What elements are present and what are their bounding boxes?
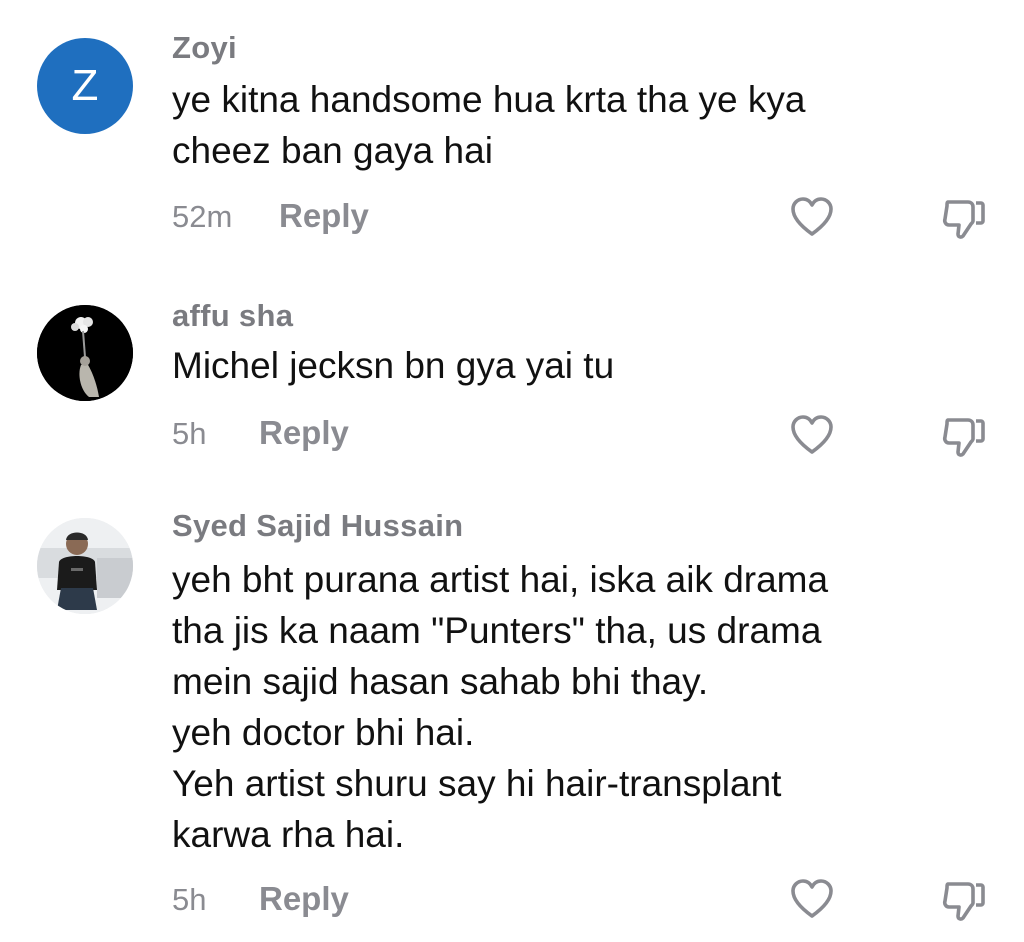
comment-username[interactable]: Syed Sajid Hussain [172,508,463,544]
like-button[interactable] [788,876,836,924]
reply-button[interactable]: Reply [259,880,349,918]
like-button[interactable] [788,194,836,242]
avatar-photo-icon [37,305,133,401]
avatar-letter: Z [71,61,99,110]
thumbs-down-icon [942,418,985,457]
comment-username[interactable]: affu sha [172,298,293,334]
like-button[interactable] [788,412,836,460]
heart-icon [791,879,833,918]
comment-timestamp: 52m [172,199,233,234]
avatar[interactable] [37,518,133,614]
comment-timestamp: 5h [172,882,207,917]
dislike-button[interactable] [940,194,988,242]
thumbs-down-icon [942,200,985,239]
comment-text: yeh bht purana artist hai, iska aik dram… [172,559,829,855]
reply-button[interactable]: Reply [279,197,369,235]
heart-icon [791,197,833,236]
avatar-photo-icon [37,518,133,614]
comment-item: Syed Sajid Hussain yeh bht purana artist… [0,490,1024,942]
dislike-button[interactable] [940,876,988,924]
avatar[interactable]: Z [37,38,133,134]
comment-item: affu sha Michel jecksn bn gya yai tu 5h … [0,260,1024,490]
comment-timestamp: 5h [172,416,207,451]
dislike-button[interactable] [940,412,988,460]
comment-text: Michel jecksn bn gya yai tu [172,345,615,386]
reply-button[interactable]: Reply [259,414,349,452]
comment-item: Z Zoyi ye kitna handsome hua krta tha ye… [0,0,1024,260]
heart-icon [791,415,833,454]
comment-username[interactable]: Zoyi [172,30,237,66]
avatar[interactable] [37,305,133,401]
comment-text: ye kitna handsome hua krta tha ye kya ch… [172,79,806,171]
thumbs-down-icon [942,882,985,921]
